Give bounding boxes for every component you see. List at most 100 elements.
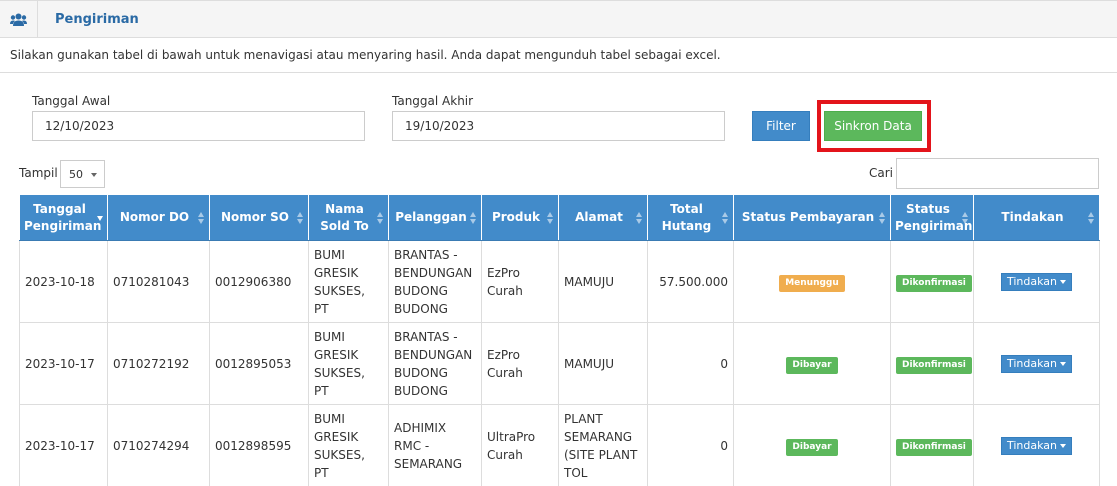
page-title: Pengiriman [55,12,139,27]
column-header[interactable]: Produk [481,194,559,241]
cell-sold-to: BUMI GRESIK SUKSES, PT [308,404,389,486]
sort-icon [547,211,554,224]
cell-nomor-do: 0710274294 [107,404,210,486]
sort-desc-icon [97,215,103,221]
status-badge: Menunggu [779,274,845,292]
cell-tanggal: 2023-10-17 [19,322,108,405]
cell-total-hutang: 57.500.000 [647,240,734,323]
column-header[interactable]: Tanggal Pengiriman [19,194,108,241]
sort-icon [297,211,304,224]
cell-status-pengiriman: Dikonfirmasi [890,240,974,323]
search-input[interactable] [896,158,1099,189]
show-entries-label: Tampil [19,166,58,180]
column-header-label: Status Pembayaran [741,210,875,224]
shipments-table: Tanggal Pengiriman Nomor DO Nomor SO Nam… [19,194,1100,486]
cell-status-pembayaran: Dibayar [733,404,891,486]
caret-down-icon [1060,362,1067,366]
sort-icon [1088,211,1095,224]
cell-nomor-do: 0710272192 [107,322,210,405]
cell-status-pembayaran: Dibayar [733,322,891,405]
column-header[interactable]: Alamat [558,194,648,241]
sort-icon [377,211,384,224]
cell-produk: UltraPro Curah [481,404,559,486]
show-entries-select[interactable]: 50 [60,160,105,188]
filter-button[interactable]: Filter [752,111,810,141]
status-badge: Dikonfirmasi [896,356,972,374]
cell-total-hutang: 0 [647,404,734,486]
cell-tindakan: Tindakan [973,240,1100,323]
table-header-row: Tanggal Pengiriman Nomor DO Nomor SO Nam… [19,194,1100,241]
cell-pelanggan: ADHIMIX RMC - SEMARANG [388,404,482,486]
info-text: Silakan gunakan tabel di bawah untuk men… [10,48,721,62]
action-dropdown-button[interactable]: Tindakan [1000,437,1073,455]
sort-icon [879,211,886,224]
cell-nomor-so: 0012898595 [209,404,309,486]
cell-status-pengiriman: Dikonfirmasi [890,322,974,405]
action-dropdown-button[interactable]: Tindakan [1000,273,1073,291]
cell-tindakan: Tindakan [973,404,1100,486]
status-badge: Dikonfirmasi [896,438,972,456]
column-header-label: Tanggal Pengiriman [24,201,102,233]
action-dropdown-button[interactable]: Tindakan [1000,355,1073,373]
cell-status-pengiriman: Dikonfirmasi [890,404,974,486]
cell-tanggal: 2023-10-18 [19,240,108,323]
cell-produk: EzPro Curah [481,240,559,323]
cell-pelanggan: BRANTAS - BENDUNGAN BUDONG BUDONG [388,322,482,405]
column-header-label: Nomor DO [119,210,190,224]
column-header[interactable]: Status Pengiriman [890,194,974,241]
end-date-label: Tanggal Akhir [392,94,474,108]
cell-nomor-do: 0710281043 [107,240,210,323]
column-header-label: Tindakan [1001,210,1064,224]
action-label: Tindakan [1006,439,1058,452]
cell-nomor-so: 0012895053 [209,322,309,405]
cell-alamat: MAMUJU [558,240,648,323]
cell-pelanggan: BRANTAS - BENDUNGAN BUDONG BUDONG [388,240,482,323]
caret-down-icon [1060,280,1067,284]
column-header-label: Nama Sold To [320,201,369,233]
action-label: Tindakan [1006,275,1058,288]
sync-data-button[interactable]: Sinkron Data [824,111,922,141]
cell-total-hutang: 0 [647,322,734,405]
start-date-input[interactable] [32,111,365,141]
sort-icon [470,211,477,224]
column-header[interactable]: Nama Sold To [308,194,389,241]
cell-tanggal: 2023-10-17 [19,404,108,486]
status-badge: Dibayar [786,438,838,456]
sort-icon [722,211,729,224]
table-row: 2023-10-17 0710272192 0012895053 BUMI GR… [19,322,1100,405]
column-header[interactable]: Tindakan [973,194,1100,241]
column-header-label: Nomor SO [221,210,289,224]
search-label: Cari [869,166,893,180]
column-header-label: Status Pengiriman [895,201,973,233]
column-header[interactable]: Status Pembayaran [733,194,891,241]
column-header[interactable]: Pelanggan [388,194,482,241]
cell-alamat: PLANT SEMARANG (SITE PLANT TOL [558,404,648,486]
panel-heading: Pengiriman [0,0,1117,38]
cell-tindakan: Tindakan [973,322,1100,405]
column-header-label: Alamat [575,210,623,224]
sort-icon [198,211,205,224]
end-date-input[interactable] [392,111,725,141]
cell-produk: EzPro Curah [481,322,559,405]
sort-icon [636,211,643,224]
column-header-label: Total Hutang [661,201,712,233]
sort-icon [962,211,969,224]
chevron-down-icon [91,173,97,177]
table-row: 2023-10-18 0710281043 0012906380 BUMI GR… [19,240,1100,323]
start-date-label: Tanggal Awal [32,94,111,108]
caret-down-icon [1060,444,1067,448]
info-bar: Silakan gunakan tabel di bawah untuk men… [0,38,1117,73]
column-header-label: Pelanggan [395,210,467,224]
status-badge: Dikonfirmasi [896,274,972,292]
cell-status-pembayaran: Menunggu [733,240,891,323]
column-header[interactable]: Nomor SO [209,194,309,241]
table-row: 2023-10-17 0710274294 0012898595 BUMI GR… [19,404,1100,486]
action-label: Tindakan [1006,357,1058,370]
cell-nomor-so: 0012906380 [209,240,309,323]
column-header[interactable]: Total Hutang [647,194,734,241]
column-header[interactable]: Nomor DO [107,194,210,241]
show-entries-value: 50 [69,168,83,181]
cell-alamat: MAMUJU [558,322,648,405]
cell-sold-to: BUMI GRESIK SUKSES, PT [308,240,389,323]
cell-sold-to: BUMI GRESIK SUKSES, PT [308,322,389,405]
